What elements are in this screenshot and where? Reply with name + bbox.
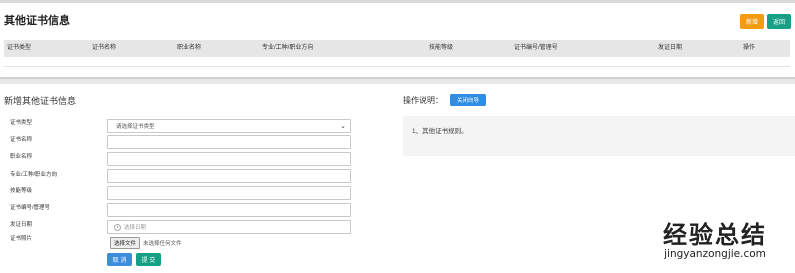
skill-level-input[interactable] xyxy=(107,186,351,200)
cert-photo-file-input[interactable]: 选择文件 未选择任何文件 xyxy=(107,235,351,251)
issue-date-input[interactable]: 选择日期 xyxy=(107,220,351,234)
operation-guide-label: 操作说明： xyxy=(403,96,443,105)
specialty-input[interactable] xyxy=(107,169,351,183)
add-button[interactable]: 新增 xyxy=(740,14,764,29)
table-header: 证书类型 证书名称 职业名称 专业/工种/职业方向 技能等级 证书编号/管理号 … xyxy=(4,40,790,57)
file-status-text: 未选择任何文件 xyxy=(143,241,182,247)
operation-guide-box: 1、其他证书规则。 xyxy=(403,116,795,156)
column-header-skill-level: 技能等级 xyxy=(429,45,454,51)
column-header-specialty: 专业/工种/职业方向 xyxy=(262,45,314,51)
page-title: 其他证书信息 xyxy=(4,15,70,27)
certificate-list-panel: 其他证书信息 新增 返回 证书类型 证书名称 职业名称 专业/工种/职业方向 技… xyxy=(0,3,795,79)
label-skill-level: 技能等级 xyxy=(10,188,33,194)
back-button[interactable]: 返回 xyxy=(767,14,791,29)
watermark-text: 经验总结 xyxy=(663,220,767,249)
label-specialty: 专业/工种/职业方向 xyxy=(10,172,58,178)
choose-file-button[interactable]: 选择文件 xyxy=(110,237,141,249)
label-cert-photo: 证书照片 xyxy=(10,236,33,242)
chevron-down-icon: ⌄ xyxy=(340,122,346,130)
watermark-url: jingyanzongjie.com xyxy=(664,248,766,260)
label-cert-number: 证书编号/管理号 xyxy=(10,205,51,211)
column-header-job-name: 职业名称 xyxy=(177,45,202,51)
label-job-name: 职业名称 xyxy=(10,154,33,160)
column-header-cert-number: 证书编号/管理号 xyxy=(514,45,558,51)
job-name-input[interactable] xyxy=(107,152,351,166)
label-cert-type: 证书类型 xyxy=(10,120,33,126)
add-certificate-panel: 新增其他证书信息 证书类型 请选择证书类型 ⌄ 证书名称 职业名称 专业/工种/… xyxy=(0,84,795,273)
form-title: 新增其他证书信息 xyxy=(4,96,77,106)
guide-item: 1、其他证书规则。 xyxy=(412,128,468,135)
cancel-button[interactable]: 取 消 xyxy=(107,253,132,266)
label-cert-name: 证书名称 xyxy=(10,137,33,143)
submit-button[interactable]: 提 交 xyxy=(136,253,161,266)
issue-date-placeholder: 选择日期 xyxy=(124,225,147,231)
cert-number-input[interactable] xyxy=(107,203,351,217)
cert-name-input[interactable] xyxy=(107,135,351,149)
clock-icon xyxy=(114,223,121,231)
column-header-cert-type: 证书类型 xyxy=(7,45,32,51)
watermark: 经验总结 jingyanzongjie.com xyxy=(640,220,790,261)
column-header-cert-name: 证书名称 xyxy=(92,45,117,51)
cert-type-select-value: 请选择证书类型 xyxy=(116,124,155,130)
column-header-actions: 操作 xyxy=(743,45,756,51)
label-issue-date: 发证日期 xyxy=(10,222,33,228)
close-guide-button[interactable]: 关闭向导 xyxy=(450,94,486,106)
column-header-issue-date: 发证日期 xyxy=(658,45,683,51)
cert-type-select[interactable]: 请选择证书类型 ⌄ xyxy=(107,119,351,133)
table-body-empty xyxy=(4,57,790,67)
